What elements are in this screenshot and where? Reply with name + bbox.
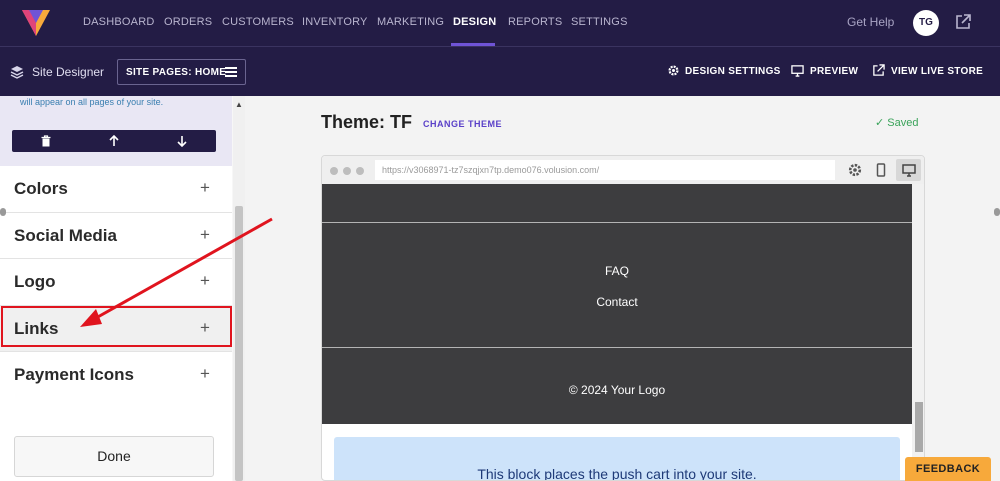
move-up-button[interactable] — [80, 130, 148, 152]
saved-status: ✓ Saved — [875, 116, 918, 129]
menu-icon — [225, 67, 237, 77]
section-info: will appear on all pages of your site. — [0, 96, 232, 166]
push-cart-block[interactable]: This block places the push cart into you… — [334, 437, 900, 481]
resize-handle[interactable] — [994, 208, 1000, 216]
nav-inventory[interactable]: INVENTORY — [302, 16, 368, 28]
preview-button[interactable]: PREVIEW — [810, 66, 858, 77]
nav-reports[interactable]: REPORTS — [508, 16, 562, 28]
top-navigation: DASHBOARD ORDERS CUSTOMERS INVENTORY MAR… — [0, 0, 1000, 46]
monitor-icon — [791, 65, 804, 77]
move-down-button[interactable] — [148, 130, 216, 152]
plus-icon: + — [200, 178, 210, 197]
cart-block-text: This block places the push cart into you… — [477, 466, 757, 481]
done-button[interactable]: Done — [14, 436, 214, 477]
designer-toolbar: Site Designer SITE PAGES: HOME DESIGN SE… — [0, 46, 1000, 96]
nav-marketing[interactable]: MARKETING — [377, 16, 444, 28]
browser-bar: https://v3068971-tz7szqjxn7tp.demo076.vo… — [322, 156, 924, 184]
arrow-down-icon — [177, 136, 187, 147]
design-panel: will appear on all pages of your site. C… — [0, 96, 245, 481]
footer-link-faq[interactable]: FAQ — [322, 264, 912, 278]
site-pages-label: SITE PAGES: HOME — [126, 67, 227, 78]
theme-title: Theme: TF — [321, 112, 413, 132]
view-live-store-button[interactable]: VIEW LIVE STORE — [891, 66, 983, 77]
gear-icon[interactable] — [847, 162, 863, 178]
window-dot-icon — [356, 167, 364, 175]
plus-icon: + — [200, 271, 210, 290]
accordion-label: Social Media — [14, 225, 117, 245]
browser-preview: https://v3068971-tz7szqjxn7tp.demo076.vo… — [321, 155, 925, 481]
nav-orders[interactable]: ORDERS — [164, 16, 212, 28]
accordion-colors[interactable]: Colors + — [0, 166, 232, 213]
section-note: will appear on all pages of your site. — [20, 97, 164, 107]
check-icon: ✓ — [875, 117, 888, 129]
accordion-payment-icons[interactable]: Payment Icons + — [0, 352, 232, 399]
gear-icon — [668, 65, 679, 76]
footer-link-contact[interactable]: Contact — [322, 295, 912, 309]
scroll-thumb[interactable] — [915, 402, 923, 452]
nav-design[interactable]: DESIGN — [453, 16, 496, 28]
design-settings-button[interactable]: DESIGN SETTINGS — [685, 66, 781, 77]
change-theme-link[interactable]: CHANGE THEME — [423, 119, 502, 129]
external-link-icon — [873, 64, 885, 76]
settings-accordion: Colors + Social Media + Logo + Links + P… — [0, 166, 232, 399]
scroll-up-icon[interactable]: ▲ — [235, 100, 243, 109]
plus-icon: + — [200, 224, 210, 244]
accordion-label: Colors — [14, 179, 68, 198]
accordion-logo[interactable]: Logo + — [0, 259, 232, 306]
accordion-label: Logo — [14, 272, 56, 291]
feedback-button[interactable]: FEEDBACK — [905, 457, 991, 481]
trash-icon — [41, 135, 51, 147]
copyright-text: © 2024 Your Logo — [568, 383, 666, 397]
done-area: Done — [0, 396, 232, 481]
nav-settings[interactable]: SETTINGS — [571, 16, 628, 28]
get-help-link[interactable]: Get Help — [847, 15, 894, 29]
divider — [322, 222, 912, 223]
url-bar: https://v3068971-tz7szqjxn7tp.demo076.vo… — [375, 160, 835, 180]
avatar[interactable]: TG — [913, 10, 939, 36]
divider — [322, 347, 912, 348]
links-highlight-annotation — [1, 306, 232, 347]
arrow-up-icon — [109, 135, 119, 146]
accordion-label: Payment Icons — [14, 365, 134, 384]
saved-label: Saved — [887, 117, 919, 129]
panel-scrollbar[interactable]: ▲ — [233, 96, 245, 481]
mobile-icon[interactable] — [873, 162, 889, 178]
layers-icon — [10, 66, 24, 79]
desktop-view-button[interactable] — [896, 159, 921, 181]
delete-button[interactable] — [12, 130, 80, 152]
nav-customers[interactable]: CUSTOMERS — [222, 16, 294, 28]
nav-dashboard[interactable]: DASHBOARD — [83, 16, 154, 28]
external-link-icon[interactable] — [954, 13, 972, 31]
plus-icon: + — [200, 364, 210, 383]
site-footer: FAQ Contact © 2024 Your Logo — [322, 184, 912, 424]
site-designer-title: Site Designer — [32, 65, 105, 79]
window-dot-icon — [330, 167, 338, 175]
volusion-logo[interactable] — [20, 6, 52, 38]
desktop-icon — [902, 164, 916, 177]
accordion-social-media[interactable]: Social Media + — [0, 213, 232, 259]
site-pages-dropdown[interactable]: SITE PAGES: HOME — [117, 59, 246, 85]
block-toolbar — [12, 130, 216, 152]
window-dot-icon — [343, 167, 351, 175]
site-scrollbar[interactable] — [912, 184, 924, 480]
scroll-thumb[interactable] — [235, 206, 243, 481]
resize-handle[interactable] — [0, 208, 6, 216]
preview-area: Theme: TF CHANGE THEME ✓ Saved https://v… — [245, 96, 1000, 481]
